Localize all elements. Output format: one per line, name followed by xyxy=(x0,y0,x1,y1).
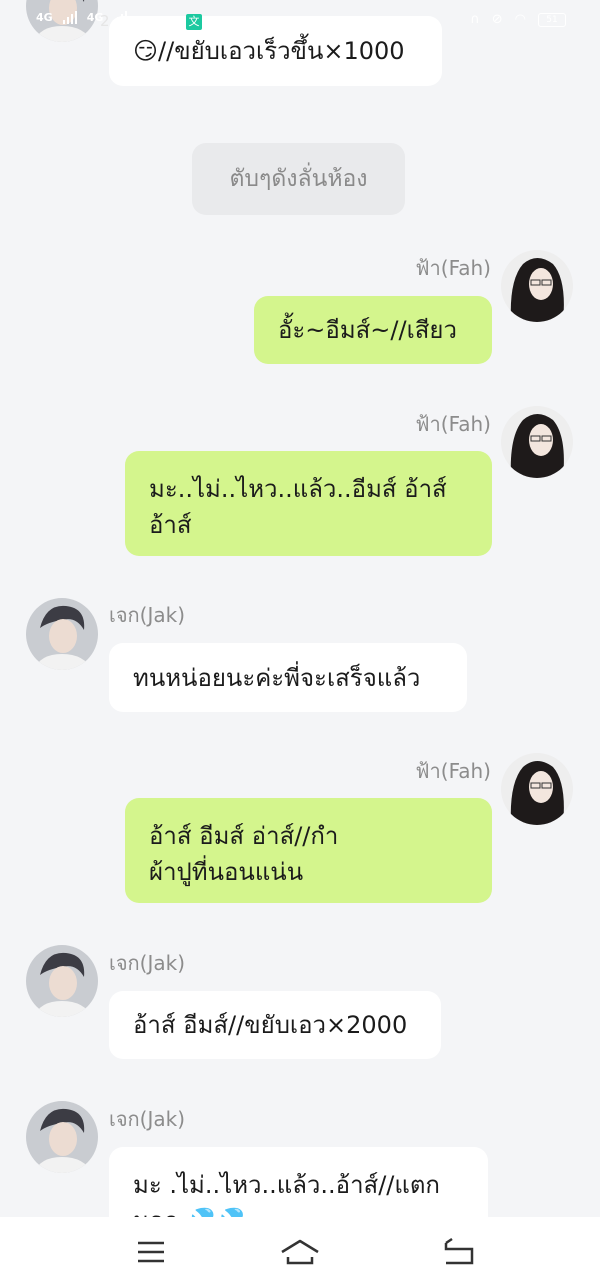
running-app-icon: 文 xyxy=(186,14,202,30)
back-icon[interactable] xyxy=(438,1235,478,1269)
avatar-jak[interactable] xyxy=(26,598,98,670)
navigation-bar xyxy=(0,1217,600,1287)
signal-icon xyxy=(113,10,128,24)
chat-bubble-sent[interactable]: มะ..ไม่..ไหว..แล้ว..อีมส์ อ้าส์ อ้าส์ xyxy=(125,451,492,556)
message-text-line: ผ้าปูที่นอนแน่น xyxy=(149,858,304,886)
network-type-1: 4G xyxy=(36,10,53,24)
message-text: อ้าส์ อีมส์//ขยับเอว×2000 xyxy=(133,1011,408,1039)
message-text-line: มะ..ไม่..ไหว..แล้ว..อีมส์ อ้าส์ xyxy=(149,475,447,503)
mute-icon: ⊘ xyxy=(491,12,503,27)
sender-name-fah: ฟ้า(Fah) xyxy=(415,256,491,280)
headphones-icon: ∩ xyxy=(470,12,480,27)
sender-name-jak: เจก(Jak) xyxy=(109,1107,186,1131)
message-text-line: มะ .ไม่..ไหว..แล้ว..อ้าส์//แตก xyxy=(133,1171,440,1199)
message-text: อั้ะ~อีมส์~//เสียว xyxy=(278,316,457,344)
chat-bubble-received[interactable]: ทนหน่อยนะค่ะพี่จะเสร็จแล้ว xyxy=(109,643,467,712)
chat-bubble-sent[interactable]: อ้าส์ อีมส์ อ่าส์//กำ ผ้าปูที่นอนแน่น xyxy=(125,798,492,903)
sender-name-fah: ฟ้า(Fah) xyxy=(415,759,491,783)
avatar-fah[interactable] xyxy=(501,406,573,478)
sender-name-fah: ฟ้า(Fah) xyxy=(415,412,491,436)
battery-icon: 51 xyxy=(538,12,566,27)
message-text-line: อ้าส์ xyxy=(149,511,192,539)
avatar-fah[interactable] xyxy=(501,250,573,322)
avatar-jak[interactable] xyxy=(26,945,98,1017)
system-message-text: ตับๆดังลั่นห้อง xyxy=(229,166,368,192)
system-message: ตับๆดังลั่นห้อง xyxy=(192,143,405,215)
avatar-fah[interactable] xyxy=(501,753,573,825)
avatar-jak[interactable] xyxy=(26,1101,98,1173)
battery-level: 51 xyxy=(546,14,558,25)
chat-bubble-received[interactable]: อ้าส์ อีมส์//ขยับเอว×2000 xyxy=(109,991,441,1059)
system-icons: ∩ ⊘ ◠ 51 xyxy=(470,12,566,27)
wifi-icon: ◠ xyxy=(514,12,526,27)
status-bar: 4G 4G 2 文 ∩ ⊘ ◠ 51 xyxy=(0,0,600,40)
sender-name-jak: เจก(Jak) xyxy=(109,951,186,975)
message-text-line: อ้าส์ อีมส์ อ่าส์//กำ xyxy=(149,822,339,850)
signal-icon xyxy=(62,10,77,24)
sender-name-jak: เจก(Jak) xyxy=(109,603,186,627)
network-indicators: 4G 4G xyxy=(36,10,128,24)
menu-icon[interactable] xyxy=(130,1235,170,1269)
chat-bubble-sent[interactable]: อั้ะ~อีมส์~//เสียว xyxy=(254,296,492,364)
clock: 2 xyxy=(100,12,110,30)
message-text: ทนหน่อยนะค่ะพี่จะเสร็จแล้ว xyxy=(133,663,421,692)
home-icon[interactable] xyxy=(280,1235,320,1269)
